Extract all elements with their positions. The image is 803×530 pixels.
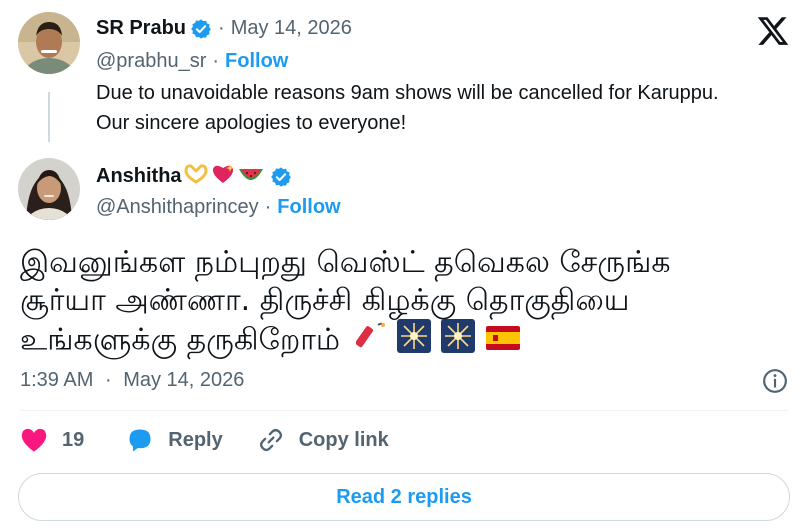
thread-connector-line: [48, 92, 50, 142]
read-replies-label: Read 2 replies: [336, 485, 472, 508]
original-author-name[interactable]: SR Prabu: [96, 17, 186, 40]
reply-timestamp[interactable]: 1:39 AM · May 14, 2026: [20, 369, 244, 392]
separator-dot: ·: [212, 50, 220, 72]
original-handle[interactable]: @prabhu_sr: [96, 50, 206, 73]
copy-link-label: Copy link: [298, 428, 389, 451]
sparkler-emoji-icon: [440, 319, 475, 363]
reply-text-line-1: இவனுங்கள நம்புறது வெஸ்ட் தவெகல சேருங்க: [20, 245, 671, 280]
separator-dot: ·: [218, 17, 225, 39]
x-logo-icon[interactable]: [755, 14, 791, 48]
divider: [20, 410, 788, 411]
firecracker-emoji-icon: [355, 320, 388, 362]
reply-text-line-3: உங்களுக்கு தருகிறோம்: [20, 322, 341, 358]
spain-flag-emoji-icon: [486, 322, 521, 360]
original-author-row: SR Prabu · May 14, 2026: [96, 17, 352, 40]
follow-button-anshitha[interactable]: Follow: [277, 196, 340, 219]
original-date[interactable]: May 14, 2026: [231, 17, 352, 40]
reply-tweet-text: இவனுங்கள நம்புறது வெஸ்ட் தவெகல சேருங்க ச…: [20, 244, 790, 363]
like-button[interactable]: 19: [20, 427, 84, 453]
separator-dot: ·: [264, 196, 272, 218]
reply-time: 1:39 AM: [20, 369, 94, 391]
copy-link-button[interactable]: Copy link: [257, 426, 389, 454]
avatar-anshitha[interactable]: [18, 158, 80, 220]
heart-icon: [21, 428, 47, 452]
read-replies-button[interactable]: Read 2 replies: [18, 473, 790, 521]
verified-icon: [190, 18, 212, 40]
reply-author-name[interactable]: Anshitha: [96, 165, 182, 188]
reply-text-line-3-row: உங்களுக்கு தருகிறோம்: [20, 319, 790, 363]
reply-date: May 14, 2026: [123, 369, 245, 391]
reply-label: Reply: [168, 428, 223, 451]
info-icon[interactable]: [762, 368, 788, 394]
original-text-line-1: Due to unavoidable reasons 9am shows wil…: [96, 82, 719, 104]
reply-handle[interactable]: @Anshithaprincey: [96, 196, 259, 219]
heart-hands-emoji-icon: [184, 163, 208, 190]
action-bar: 19 Reply Copy link: [20, 426, 389, 454]
reply-handle-row: @Anshithaprincey · Follow: [96, 196, 341, 219]
reply-text-line-2: சூர்யா அண்ணா. திருச்சி கிழக்கு தொகுதியை: [20, 282, 630, 318]
sparkler-emoji-icon: [397, 319, 432, 363]
original-handle-row: @prabhu_sr · Follow: [96, 50, 288, 73]
reply-button[interactable]: Reply: [126, 427, 223, 453]
separator-dot: ·: [104, 369, 112, 391]
verified-icon: [270, 166, 292, 188]
original-tweet-text: Due to unavoidable reasons 9am shows wil…: [96, 78, 719, 138]
sparkling-heart-emoji-icon: [211, 163, 235, 190]
follow-button-sr-prabu[interactable]: Follow: [225, 50, 288, 73]
reply-author-row: Anshitha: [96, 163, 292, 190]
avatar-sr-prabu[interactable]: [18, 12, 80, 74]
link-icon: [259, 428, 282, 452]
watermelon-emoji-icon: [238, 163, 264, 190]
likes-count: 19: [62, 428, 85, 451]
reply-bubble-icon: [129, 429, 151, 452]
original-text-line-2: Our sincere apologies to everyone!: [96, 112, 407, 134]
